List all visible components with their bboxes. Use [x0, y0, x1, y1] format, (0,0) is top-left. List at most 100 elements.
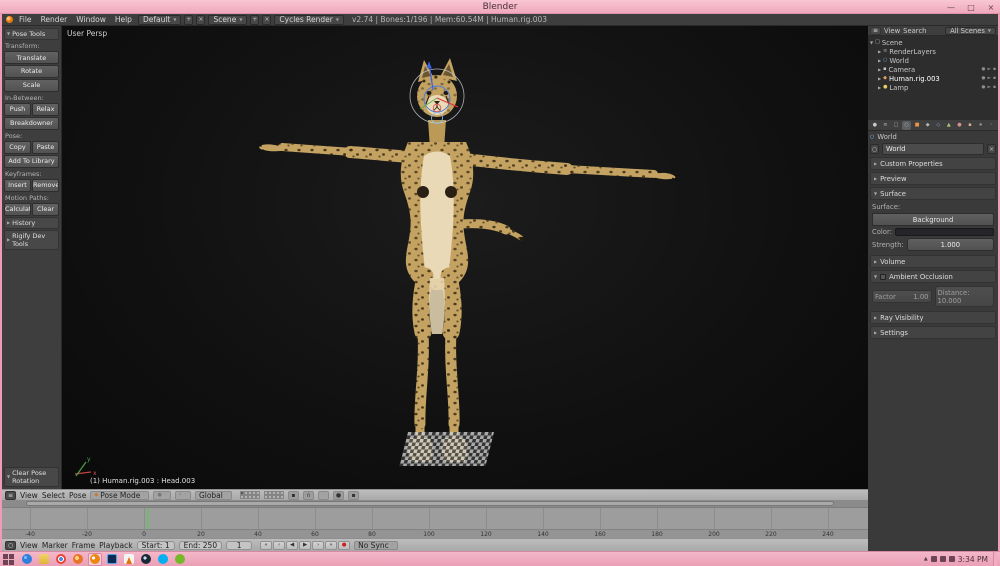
play-reverse-button[interactable]: ◀: [286, 541, 298, 550]
mode-selector[interactable]: ◆ Pose Mode ▼: [90, 491, 149, 500]
taskbar-photoshop[interactable]: [105, 553, 119, 566]
window-titlebar[interactable]: Blender — □ ×: [0, 0, 1000, 14]
record-button[interactable]: ●: [338, 541, 350, 550]
menu-help[interactable]: Help: [112, 15, 135, 24]
world-name-field[interactable]: World: [882, 143, 984, 155]
relax-button[interactable]: Relax: [32, 103, 59, 116]
selectability-icon[interactable]: ►: [987, 67, 990, 72]
blender-logo-icon[interactable]: [6, 16, 13, 23]
action-center-icon[interactable]: [949, 556, 955, 562]
strength-field[interactable]: 1.000: [907, 238, 994, 251]
volume-panel-header[interactable]: ▶ Volume: [870, 255, 996, 268]
network-icon[interactable]: [931, 556, 937, 562]
tab-texture-icon[interactable]: ▪: [965, 121, 975, 130]
timeline-editor-type-button[interactable]: ○: [5, 541, 16, 550]
viewport-3d[interactable]: x y User Persp (1) Human.rig.003 : Head.…: [62, 26, 868, 489]
taskbar-blender-active[interactable]: [88, 553, 102, 566]
hidden-icons-chevron[interactable]: ▲: [924, 556, 928, 562]
outliner-label[interactable]: World: [889, 57, 908, 65]
renderability-icon[interactable]: ▪: [993, 67, 996, 72]
custom-properties-panel-header[interactable]: ▶ Custom Properties: [870, 157, 996, 170]
settings-panel-header[interactable]: ▶ Settings: [870, 326, 996, 339]
ao-factor-field[interactable]: Factor 1.00: [872, 290, 932, 303]
taskbar-firefox[interactable]: [71, 553, 85, 566]
outliner-editor-type-button[interactable]: ≡: [870, 27, 881, 35]
minimize-button[interactable]: —: [945, 3, 957, 12]
add-to-library-button[interactable]: Add To Library: [4, 155, 59, 168]
expand-icon[interactable]: ▼: [870, 41, 873, 45]
menu-select[interactable]: Select: [42, 491, 65, 500]
tab-render-icon[interactable]: ●: [870, 121, 880, 130]
current-frame-indicator[interactable]: [147, 508, 149, 529]
taskbar-chrome[interactable]: [54, 553, 68, 566]
translate-button[interactable]: Translate: [4, 51, 59, 64]
history-panel-header[interactable]: ▶ History: [4, 217, 59, 229]
layers-widget[interactable]: [240, 491, 284, 499]
taskbar-file-explorer[interactable]: [37, 553, 51, 566]
play-button[interactable]: ▶: [299, 541, 311, 550]
taskbar-media-player[interactable]: [122, 553, 136, 566]
unlink-datablock-button[interactable]: ×: [987, 144, 996, 154]
timeline-track-area[interactable]: [2, 508, 868, 529]
maximize-button[interactable]: □: [965, 3, 977, 12]
taskbar-utorrent[interactable]: [173, 553, 187, 566]
menu-view-3d[interactable]: View: [20, 491, 38, 500]
selectability-icon[interactable]: ►: [987, 85, 990, 90]
menu-marker[interactable]: Marker: [42, 541, 68, 550]
insert-keyframe-button[interactable]: Insert: [4, 179, 31, 192]
visibility-eye-icon[interactable]: ●: [982, 85, 986, 90]
outliner-row-renderlayers[interactable]: ▶ ≡ RenderLayers: [878, 47, 996, 56]
outliner-label[interactable]: RenderLayers: [889, 48, 936, 56]
pivot-point-selector[interactable]: ◦ ▼: [175, 491, 191, 500]
screen-layout-selector[interactable]: Default ▼: [138, 15, 181, 25]
clear-pose-rotation-panel-header[interactable]: ▼ Clear Pose Rotation: [4, 467, 59, 487]
clear-paths-button[interactable]: Clear: [32, 203, 59, 216]
lock-icon[interactable]: ▪: [288, 491, 299, 500]
snap-magnet-icon[interactable]: ∩: [303, 491, 314, 500]
scale-button[interactable]: Scale: [4, 79, 59, 92]
start-button[interactable]: [3, 554, 14, 565]
frame-end-field[interactable]: End: 250: [179, 541, 222, 550]
editor-type-button[interactable]: ≡: [5, 491, 16, 500]
preview-panel-header[interactable]: ▶ Preview: [870, 172, 996, 185]
frame-start-field[interactable]: Start: 1: [137, 541, 175, 550]
render-engine-selector[interactable]: Cycles Render ▼: [274, 15, 344, 25]
rigify-panel-header[interactable]: ▶ Rigify Dev Tools: [4, 230, 59, 250]
breakdowner-button[interactable]: Breakdowner: [4, 117, 59, 130]
surface-panel-header[interactable]: ▼ Surface: [870, 187, 996, 200]
tab-data-icon[interactable]: ▲: [944, 121, 954, 130]
outliner-row-world[interactable]: ▶ ○ World: [878, 56, 996, 65]
jump-to-start-button[interactable]: «: [260, 541, 272, 550]
surface-shader-button[interactable]: Background: [872, 213, 994, 226]
taskbar-internet-explorer[interactable]: [20, 553, 34, 566]
outliner-display-mode[interactable]: All Scenes ▼: [945, 27, 996, 35]
tab-scene-icon[interactable]: □: [891, 121, 901, 130]
menu-view-outliner[interactable]: View: [884, 27, 900, 35]
viewport-shading-selector[interactable]: ● ▼: [153, 491, 170, 500]
ray-visibility-panel-header[interactable]: ▶ Ray Visibility: [870, 311, 996, 324]
expand-icon[interactable]: ▶: [878, 68, 881, 72]
outliner-label[interactable]: Scene: [882, 39, 903, 47]
browse-world-button[interactable]: ○: [870, 144, 879, 154]
delete-scene-button[interactable]: ×: [262, 15, 271, 25]
ao-distance-field[interactable]: Distance: 10.000: [935, 286, 995, 307]
tab-modifiers-icon[interactable]: ◇: [933, 121, 943, 130]
renderability-icon[interactable]: ▪: [993, 76, 996, 81]
ambient-occlusion-checkbox[interactable]: [880, 274, 886, 280]
color-swatch[interactable]: [895, 228, 994, 236]
delete-layout-button[interactable]: ×: [196, 15, 205, 25]
outliner-row-lamp[interactable]: ▶ ● Lamp ● ► ▪: [878, 83, 996, 92]
menu-frame[interactable]: Frame: [72, 541, 95, 550]
tab-physics-icon[interactable]: ◦: [986, 121, 996, 130]
expand-icon[interactable]: ▶: [878, 86, 881, 90]
menu-search-outliner[interactable]: Search: [903, 27, 926, 35]
copy-pose-button[interactable]: Copy: [4, 141, 31, 154]
outliner-label[interactable]: Camera: [888, 66, 915, 74]
outliner-label[interactable]: Lamp: [889, 84, 908, 92]
clock[interactable]: 3:34 PM: [958, 555, 988, 564]
renderability-icon[interactable]: ▪: [993, 85, 996, 90]
jump-to-end-button[interactable]: »: [325, 541, 337, 550]
menu-render[interactable]: Render: [38, 15, 71, 24]
timeline-ruler[interactable]: -40 -20 0 20 40 60 80 100 120 140 160 18…: [2, 529, 868, 538]
timeline-editor[interactable]: -40 -20 0 20 40 60 80 100 120 140 160 18…: [2, 500, 868, 538]
